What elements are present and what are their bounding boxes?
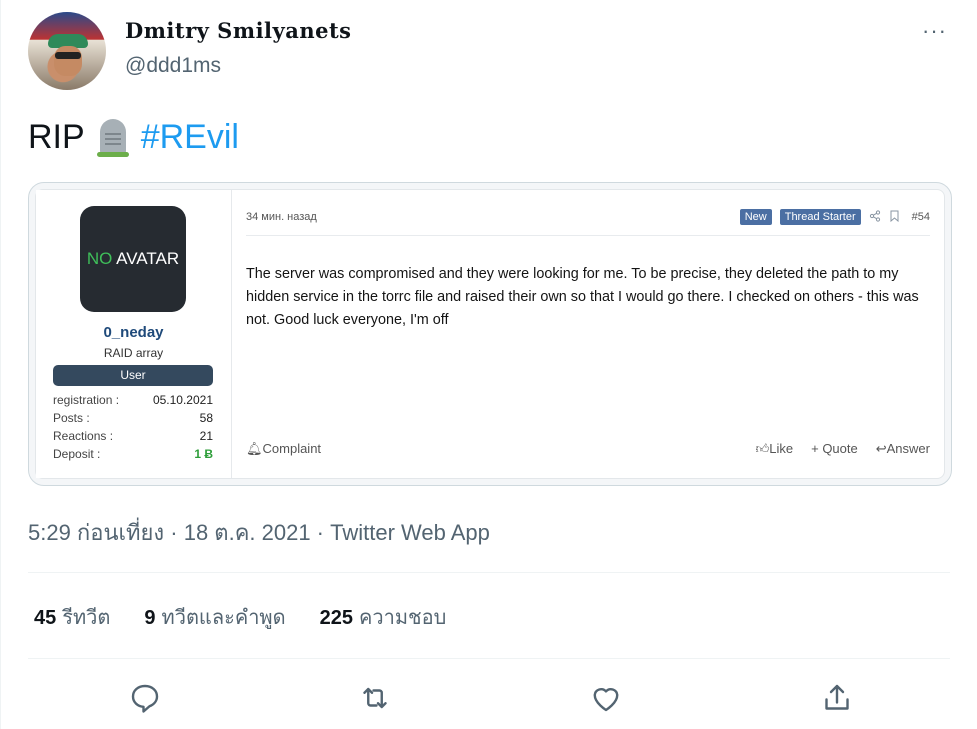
like-heart-icon[interactable] [588,680,624,716]
thumbs-up-icon: 👍︎ [755,441,770,456]
quote-tweet-count[interactable]: 9 ทวีตและคำพูด [144,601,285,633]
forum-user-stats: registration :05.10.2021 Posts :58 React… [53,391,213,463]
hashtag-link[interactable]: #REvil [141,118,239,157]
stat-deposit: Deposit :1 Ƀ [53,447,213,461]
quote-link: + Quote [811,441,858,456]
tag-new: New [739,209,772,225]
stat-posts: Posts :58 [53,411,213,425]
bookmark-icon [889,210,900,225]
tag-thread-starter: Thread Starter [779,209,861,225]
avatar-no-text: NO [86,249,113,268]
share-icon [869,209,881,225]
more-options-icon[interactable]: ··· [922,18,947,44]
like-count[interactable]: 225 ความชอบ [320,601,447,633]
complaint-link: 🔔︎Complaint [246,441,322,456]
reply-arrow-icon: ↩ [875,441,887,456]
forum-username: 0_neday [103,324,164,341]
share-upload-icon[interactable] [819,680,855,716]
forum-user-sidebar: NO AVATAR 0_neday RAID array User regist… [36,190,232,478]
forum-avatar: NO AVATAR [80,206,186,312]
tweet-timestamp[interactable]: 5:29 ก่อนเที่ยง · 18 ต.ค. 2021 · Twitter… [28,515,490,550]
stat-reactions: Reactions :21 [53,429,213,443]
display-name[interactable]: Dmitry Smilyanets [125,18,352,43]
like-link: 👍︎Like [755,441,794,456]
avatar-avatar-text: AVATAR [112,249,180,268]
post-footer: 🔔︎Complaint 👍︎Like + Quote ↩Answer [246,441,930,457]
avatar-face [54,46,82,76]
post-time: 34 мин. назад [246,211,317,223]
attached-image[interactable]: NO AVATAR 0_neday RAID array User regist… [28,182,952,486]
tweet-text: RIP #REvil [28,117,239,157]
divider-bottom [28,658,950,659]
user-handle[interactable]: @ddd1ms [125,54,221,78]
forum-post-card: NO AVATAR 0_neday RAID array User regist… [35,189,945,479]
reply-icon[interactable] [127,680,163,716]
divider-top [28,572,950,573]
tweet-text-prefix: RIP [28,117,85,156]
bell-icon: 🔔︎ [246,441,263,456]
engagement-counts: 45 รีทวีต 9 ทวีตและคำพูด 225 ความชอบ [34,601,446,633]
headstone-icon [96,117,129,157]
post-tags: New Thread Starter #54 [739,209,930,225]
frame-border [0,0,1,729]
answer-link: ↩Answer [875,441,930,456]
post-number: #54 [911,211,930,223]
forum-post: 34 мин. назад New Thread Starter #54 The… [232,190,944,478]
retweet-count[interactable]: 45 รีทวีต [34,601,110,633]
avatar[interactable] [28,12,106,90]
forum-user-badge: User [53,365,213,386]
avatar-sunglasses [55,52,81,59]
post-body: The server was compromised and they were… [246,266,919,328]
retweet-icon[interactable] [357,680,393,716]
action-bar [0,680,977,716]
stat-registration: registration :05.10.2021 [53,393,213,407]
forum-user-title: RAID array [103,346,164,360]
post-divider [246,235,930,236]
